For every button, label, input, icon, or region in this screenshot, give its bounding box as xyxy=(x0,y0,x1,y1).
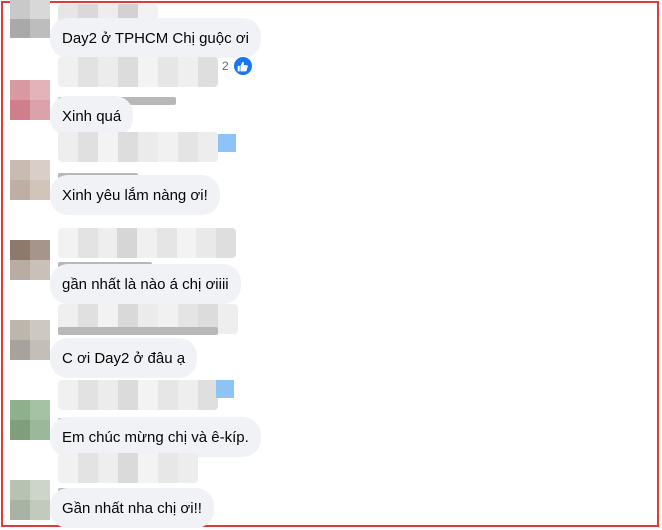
commenter-subline-blurred xyxy=(58,327,218,335)
comment-text: Xinh quá xyxy=(62,107,122,125)
like-icon xyxy=(232,56,253,76)
commenter-name-blurred[interactable] xyxy=(58,57,218,87)
comment-bubble: Day2 ở TPHCM Chị guộc ơi xyxy=(50,18,261,58)
comment-bubble: Gần nhất nha chị ơi!! xyxy=(50,488,214,528)
reaction-count: 2 xyxy=(222,59,229,73)
commenter-name-blurred[interactable] xyxy=(58,228,236,258)
comment-bubble: Xinh quá xyxy=(50,96,134,136)
commenter-name-blurred[interactable] xyxy=(58,380,218,410)
comment-bubble: gần nhất là nào á chị ơiiii xyxy=(50,264,241,304)
avatar[interactable] xyxy=(10,400,50,440)
comment-text: Xinh yêu lắm nàng ơi! xyxy=(62,186,208,204)
comment-bubble: Em chúc mừng chị và ê-kíp. xyxy=(50,417,261,457)
reaction-blurred xyxy=(218,134,236,152)
comment-text: gần nhất là nào á chị ơiiii xyxy=(62,275,229,293)
comment-bubble: C ơi Day2 ở đâu ạ xyxy=(50,338,198,378)
avatar[interactable] xyxy=(10,240,50,280)
avatar[interactable] xyxy=(10,80,50,120)
commenter-name-blurred[interactable] xyxy=(58,132,218,162)
avatar[interactable] xyxy=(10,0,50,38)
reaction-blurred xyxy=(216,380,234,398)
comment-text: Gần nhất nha chị ơi!! xyxy=(62,499,202,517)
comment-bubble: Xinh yêu lắm nàng ơi! xyxy=(50,175,220,215)
comment-text: Em chúc mừng chị và ê-kíp. xyxy=(62,428,249,446)
commenter-name-blurred[interactable] xyxy=(58,453,198,483)
reaction-summary[interactable]: 2 xyxy=(222,56,253,76)
avatar[interactable] xyxy=(10,480,50,520)
avatar[interactable] xyxy=(10,320,50,360)
comment-text: C ơi Day2 ở đâu ạ xyxy=(62,349,186,367)
avatar[interactable] xyxy=(10,160,50,200)
comment-text: Day2 ở TPHCM Chị guộc ơi xyxy=(62,29,249,47)
